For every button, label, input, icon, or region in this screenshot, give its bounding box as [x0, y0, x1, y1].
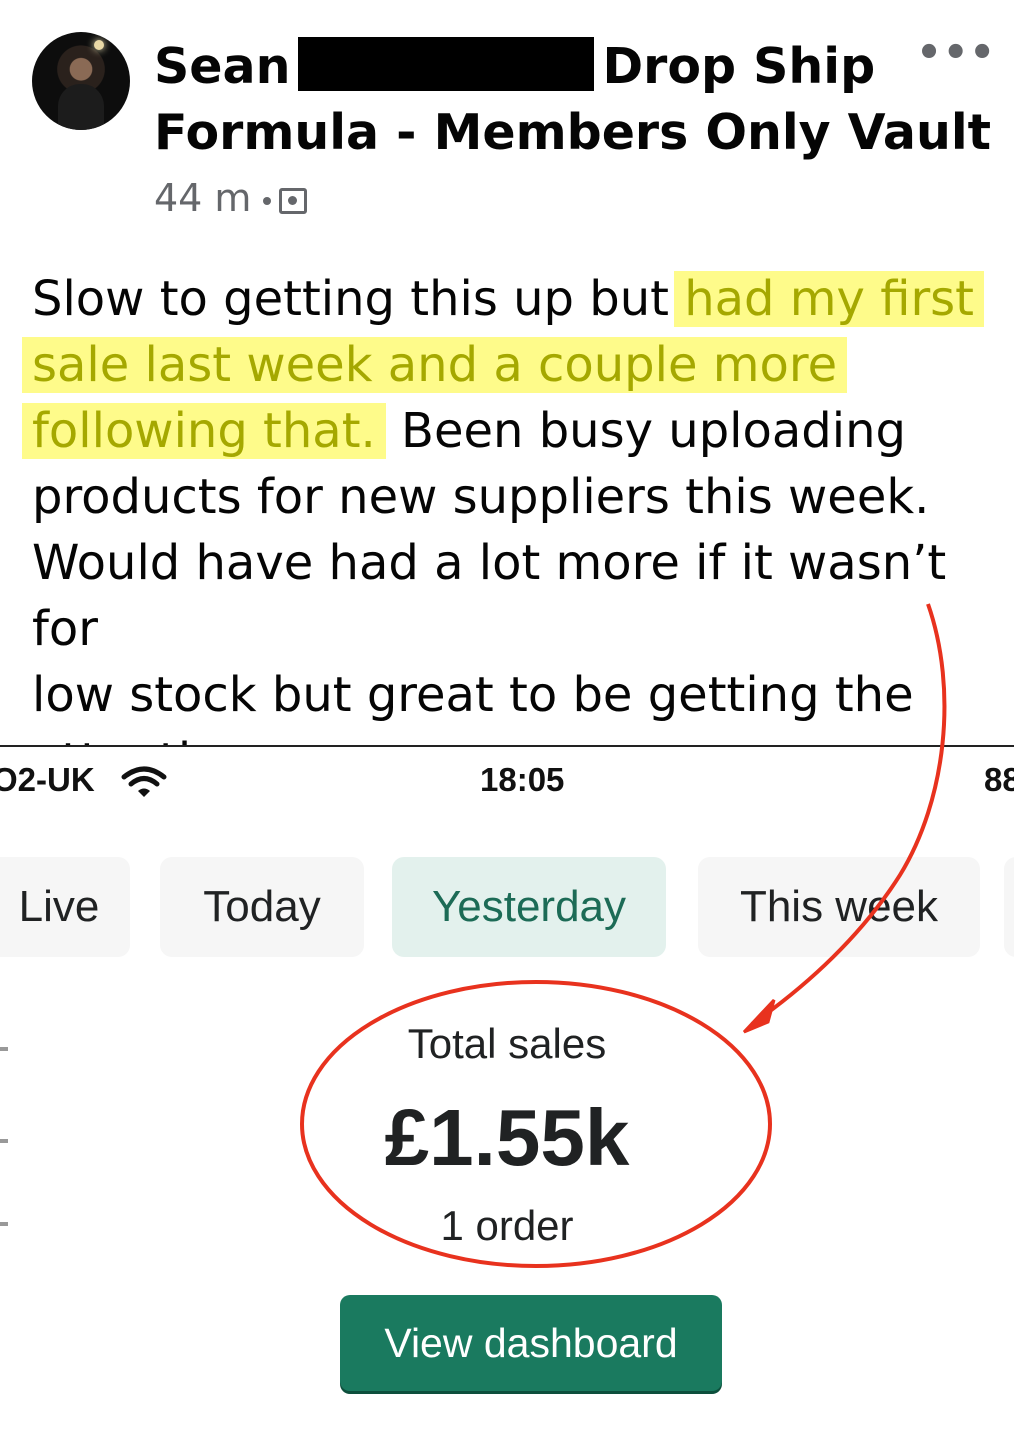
- facebook-post: Sean Drop Ship Formula - Members Only Vau…: [0, 0, 1014, 789]
- tab-overflow-edge[interactable]: [1004, 857, 1014, 957]
- post-meta: 44 m: [154, 176, 308, 220]
- redaction-bar: [298, 37, 595, 91]
- total-sales-label: Total sales: [407, 1020, 607, 1067]
- avatar-figure: [58, 84, 104, 130]
- post-timestamp[interactable]: 44 m: [154, 176, 251, 220]
- post-text-intro: Slow to getting this up but: [32, 271, 685, 327]
- tab-this-week[interactable]: This week: [698, 857, 980, 957]
- clock-time: 18:05: [480, 761, 565, 798]
- tab-live[interactable]: Live: [0, 857, 130, 957]
- tab-yesterday[interactable]: Yesterday: [392, 857, 666, 957]
- carrier-label: O2-UK: [0, 761, 95, 798]
- battery-percent: 88: [984, 761, 1014, 798]
- total-sales-value: £1.55k: [384, 1093, 630, 1182]
- more-options-icon[interactable]: •••: [916, 30, 996, 76]
- tab-today[interactable]: Today: [160, 857, 364, 957]
- author-name[interactable]: Sean: [154, 38, 290, 95]
- embedded-sales-screenshot: O2-UK 18:05 88 Live Today Yesterday This…: [0, 745, 1014, 1442]
- group-name-part2[interactable]: Formula - Members Only Vault: [154, 100, 991, 166]
- order-count: 1 order: [440, 1202, 574, 1249]
- wifi-icon: [121, 766, 167, 797]
- author-avatar[interactable]: [32, 32, 130, 130]
- group-audience-icon: [279, 188, 308, 214]
- group-name-part1[interactable]: Drop Ship: [602, 38, 875, 95]
- post-text-rest: Been busy uploading products for new sup…: [32, 403, 947, 789]
- avatar-sparkler: [94, 40, 104, 50]
- post-author-line: Sean Drop Ship: [154, 34, 875, 100]
- post-body: Slow to getting this up but had my first…: [22, 266, 1014, 794]
- view-dashboard-button[interactable]: View dashboard: [340, 1295, 722, 1391]
- meta-separator-dot: [263, 196, 272, 205]
